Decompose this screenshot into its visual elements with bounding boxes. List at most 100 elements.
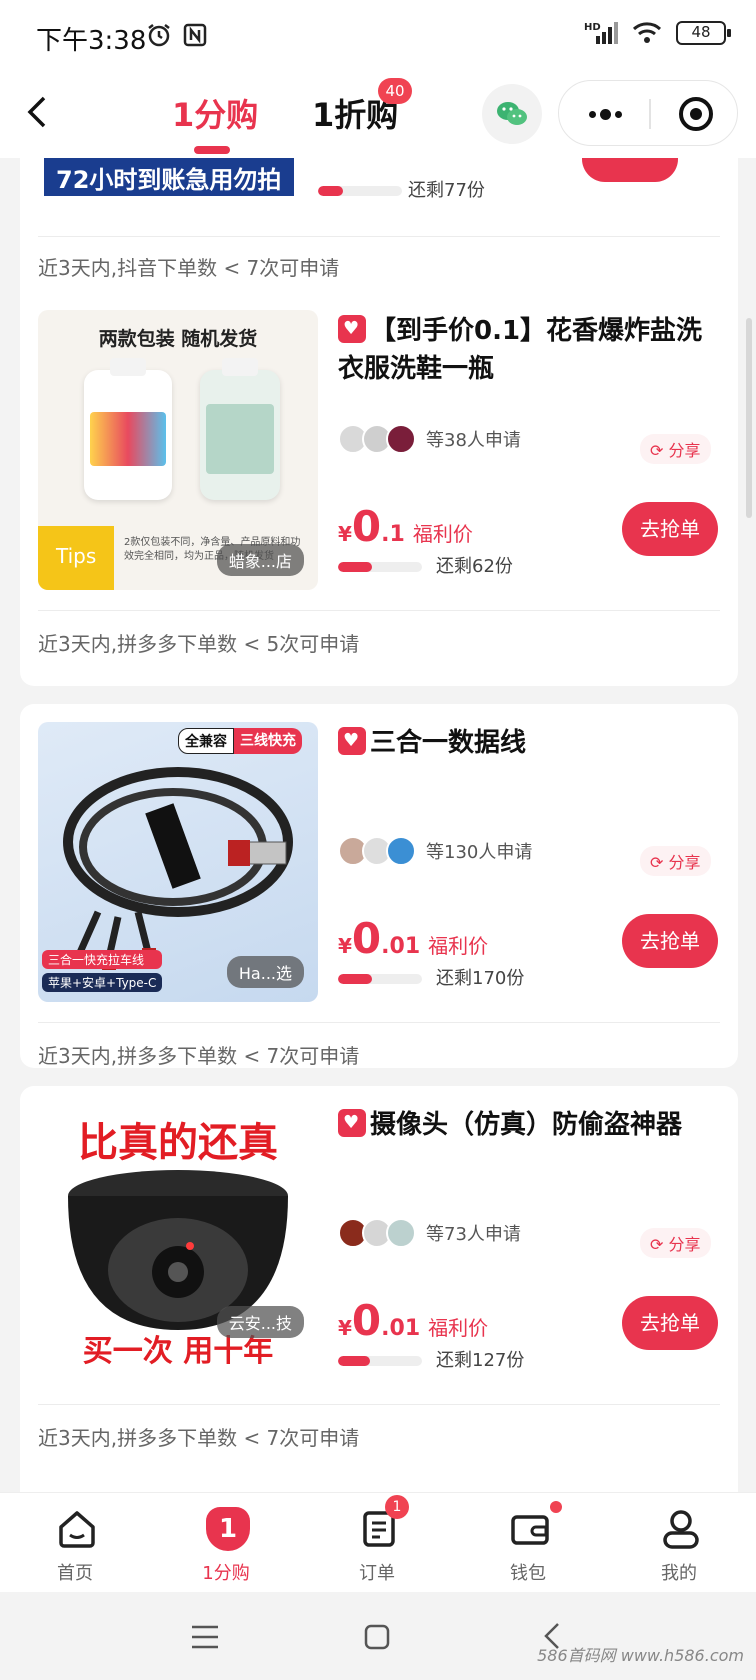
watermark: 586首码网 www.h586.com [537,1646,744,1665]
avatar [386,1218,416,1248]
thumb-bottle-right [200,358,280,500]
card-divider [38,610,720,611]
applicant-group: 等38人申请 [338,424,521,454]
capsule-divider [649,99,651,129]
share-icon: ⟳ [650,1235,669,1254]
product-title[interactable]: 三合一数据线 [338,724,728,762]
status-time: 下午3:38 [36,26,147,56]
thumb-caption: 两款包装 随机发货 [98,328,258,350]
progress-fill [338,562,372,572]
top-nav: 1分购 1折购 40 [0,70,756,158]
order-badge: 1 [385,1495,409,1519]
grab-order-button[interactable]: 去抢单 [622,1296,718,1350]
wallet-icon [511,1515,549,1545]
product-title[interactable]: 摄像头（仿真）防偷盗神器 [338,1106,728,1144]
home-icon [59,1511,95,1548]
close-miniapp-button[interactable] [679,97,713,131]
shop-name-tag: 蜡象...店 [216,544,304,576]
remaining-stock: 还剩127份 [436,1350,525,1371]
wechat-share-button[interactable] [482,84,542,144]
tab-one-cent[interactable]: 1分购 [172,90,258,136]
thumb-caption: 三合一快充拉车线 苹果+安卓+Type-C [42,950,163,992]
profile-icon [663,1510,699,1549]
bottom-tab-bar: 首页 1 1分购 1 订单 钱包 我的 [0,1492,756,1592]
price: ¥0.01 福利价 [338,914,489,963]
recent-apps-icon[interactable] [190,1624,220,1650]
share-icon: ⟳ [650,441,669,460]
tab-one-cent-buy[interactable]: 1 1分购 [176,1493,276,1593]
product-title[interactable]: 【到手价0.1】花香爆炸盐洗衣服洗鞋一瓶 [338,312,728,388]
applicant-group: 等130人申请 [338,836,532,866]
purchase-condition: 近3天内,拼多多下单数 < 7次可申请 [38,1044,360,1068]
wallet-dot [550,1501,562,1513]
tab-discount-badge: 40 [378,78,412,104]
scrollbar[interactable] [746,318,752,518]
share-button[interactable]: ⟳ 分享 [640,846,711,876]
system-nav-bar: 586首码网 www.h586.com [0,1592,756,1680]
signal-icon: HD [584,22,618,44]
pinduoduo-icon [338,727,366,755]
tab-orders[interactable]: 1 订单 [327,1493,427,1593]
tab-label: 首页 [57,1563,93,1584]
remaining-stock: 还剩170份 [436,968,525,989]
tab-label: 钱包 [510,1563,546,1584]
applicant-count: 等130人申请 [426,842,533,863]
battery-indicator: 48 [676,21,731,45]
miniapp-capsule [558,80,738,146]
svg-text:HD: HD [584,22,601,33]
product-card[interactable]: 比真的还真 买一次 用十年 云安...技 摄像头（仿真）防偷盗神器 等73人申请… [20,1086,738,1492]
progress-fill [338,1356,370,1366]
product-image[interactable]: 全兼容 三线快充 三合一快充拉车线 苹果+安卓+Type-C Ha...选 [38,722,318,1002]
progress-bar [338,974,422,984]
remaining-stock: 还剩62份 [436,556,513,577]
price: ¥0.01 福利价 [338,1296,489,1345]
card-divider [38,1022,720,1023]
tab-profile[interactable]: 我的 [629,1493,729,1593]
share-button[interactable]: ⟳ 分享 [640,434,711,464]
avatar [386,424,416,454]
progress-bar [338,1356,422,1366]
partial-buy-button[interactable] [582,158,678,182]
alarm-icon [148,24,170,47]
wifi-icon [632,22,662,43]
chevron-left-icon [27,96,46,128]
product-image[interactable]: 比真的还真 买一次 用十年 云安...技 [38,1104,318,1384]
shop-name-tag: Ha...选 [226,956,304,988]
share-button[interactable]: ⟳ 分享 [640,1228,711,1258]
status-bar: 下午3:38 HD 48 [0,0,756,70]
partial-thumbnail: 72小时到账急用勿拍 [44,158,294,196]
tab-label: 我的 [661,1563,697,1584]
price: ¥0.1 福利价 [338,502,473,551]
partial-banner-text: 72小时到账急用勿拍 [56,166,282,194]
grab-order-button[interactable]: 去抢单 [622,502,718,556]
shop-name-tag: 云安...技 [216,1306,304,1338]
tab-label: 订单 [359,1563,395,1584]
nfc-icon [183,23,207,47]
card-divider [38,1404,720,1405]
product-list[interactable]: 72小时到账急用勿拍 还剩77份 近3天内,抖音下单数 < 7次可申请 两款包装… [0,158,756,1492]
pinduoduo-icon [338,315,366,343]
purchase-condition: 近3天内,拼多多下单数 < 5次可申请 [38,632,360,656]
purchase-condition: 近3天内,拼多多下单数 < 7次可申请 [38,1426,360,1450]
progress-bar [318,186,402,196]
thumb-tips: Tips [38,526,114,590]
product-card[interactable]: 全兼容 三线快充 三合一快充拉车线 苹果+安卓+Type-C Ha...选 三合… [20,704,738,1068]
purchase-condition: 近3天内,抖音下单数 < 7次可申请 [38,256,340,280]
active-tab-indicator [194,146,230,154]
progress-bar [338,562,422,572]
product-card[interactable]: 两款包装 随机发货 Tips 2款仅包装不同，净含量、产品原料和功效完全相同，均… [20,292,738,686]
one-cent-icon: 1 [206,1507,250,1551]
share-icon: ⟳ [650,853,669,872]
applicant-group: 等73人申请 [338,1218,521,1248]
back-button[interactable] [16,90,60,134]
wechat-icon [497,102,527,125]
more-options-button[interactable] [577,97,633,131]
progress-fill [338,974,372,984]
tab-wallet[interactable]: 钱包 [478,1493,578,1593]
product-image[interactable]: 两款包装 随机发货 Tips 2款仅包装不同，净含量、产品原料和功效完全相同，均… [38,310,318,590]
grab-order-button[interactable]: 去抢单 [622,914,718,968]
tab-home[interactable]: 首页 [25,1493,125,1593]
applicant-count: 等73人申请 [426,1224,521,1245]
thumb-bottle-left [84,358,172,500]
home-button-icon[interactable] [364,1624,390,1650]
